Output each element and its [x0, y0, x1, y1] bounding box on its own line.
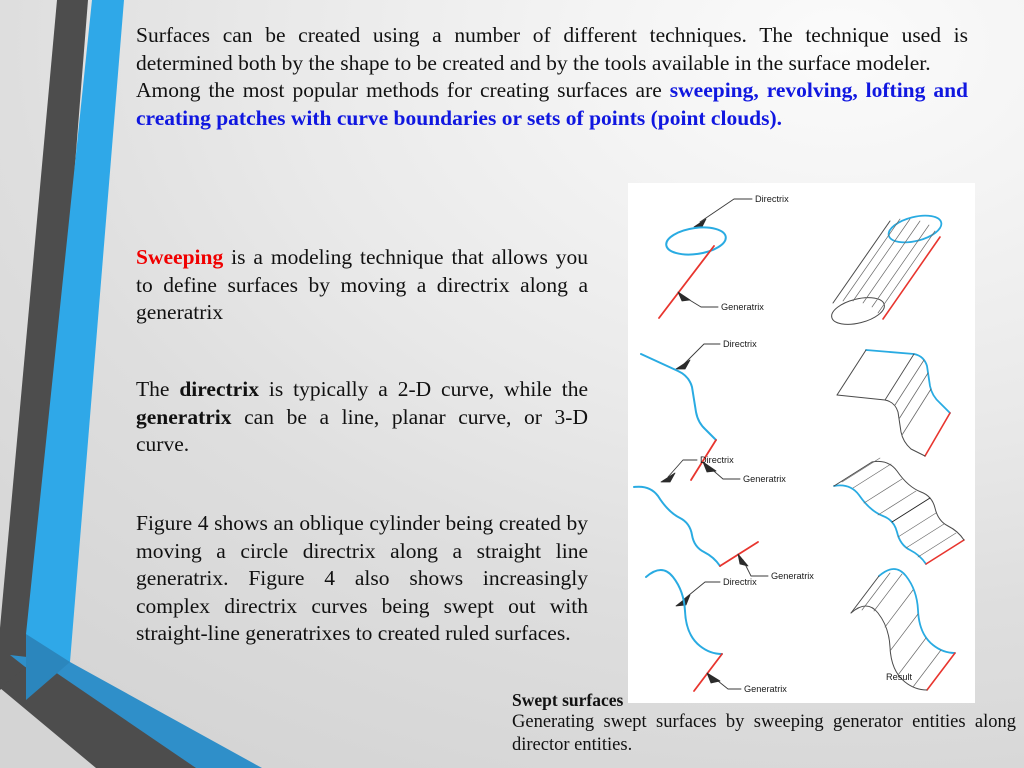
paragraph-intro-text: Surfaces can be created using a number o…: [136, 23, 968, 75]
s-rule-1: [861, 572, 891, 611]
figure-label-directrix-2: Directrix: [723, 339, 757, 349]
paragraph-figure-text: Figure 4 shows an oblique cylinder being…: [136, 511, 588, 646]
caption-title: Swept surfaces: [512, 690, 624, 710]
folded-bottom-edge: [836, 394, 926, 457]
wavy-rule-3: [863, 478, 903, 504]
arrowhead-directrix-2: [675, 359, 691, 370]
paragraph-intro-line1: Surfaces can be created using a number o…: [136, 22, 968, 77]
figure-label-result: Result: [886, 672, 912, 682]
figure-row-4: Directrix Generatrix Result: [645, 568, 956, 694]
generatrix-line-4: [693, 653, 723, 692]
directrix-circle: [665, 226, 727, 256]
wavy-rule-4: [877, 490, 917, 516]
cylinder-rule-1: [842, 218, 901, 302]
cylinder-rule-3: [862, 220, 921, 304]
definitions-directrix-term: directrix: [179, 377, 259, 401]
paragraph-sweeping-text: Sweeping is a modeling technique that al…: [136, 244, 588, 327]
paragraph-sweeping: Sweeping is a modeling technique that al…: [136, 244, 588, 327]
figure-row-3: Directrix Generatrix: [633, 455, 965, 581]
s-rule-6: [912, 649, 942, 688]
sweeping-lead: Sweeping: [136, 245, 224, 269]
leader-generatrix-2: [707, 465, 741, 480]
leader-directrix-1: [699, 198, 753, 223]
cylinder-rule-2: [852, 218, 911, 302]
definitions-part2: is typically a 2-D curve, while the: [258, 377, 588, 401]
s-right-edge: [926, 652, 956, 691]
result-folded-sheet: [836, 349, 951, 457]
folded-rule-2: [894, 359, 925, 406]
s-left-edge: [850, 575, 880, 614]
s-front-edge: [878, 568, 956, 654]
arrowhead-generatrix-4: [706, 672, 721, 684]
arrowhead-directrix-1: [693, 218, 707, 228]
s-rule-3: [884, 589, 914, 628]
generatrix-line-3: [719, 541, 759, 567]
folded-right-edge: [924, 412, 951, 457]
definitions-generatrix-term: generatrix: [136, 404, 232, 429]
figure-row-1: Directrix Generatrix: [658, 194, 943, 325]
figure-caption: Swept surfaces Generating swept surfaces…: [512, 689, 1016, 757]
figure-swept-surfaces: Directrix Generatrix Directrix Generatri…: [628, 183, 975, 703]
s-rule-4: [889, 613, 919, 652]
folded-top-edge: [865, 349, 951, 414]
leader-generatrix-4: [712, 676, 742, 690]
arrowhead-generatrix-1: [677, 291, 691, 302]
paragraph-intro: Surfaces can be created using a number o…: [136, 22, 968, 132]
wavy-rule-2: [852, 463, 892, 489]
wavy-front-edge: [833, 484, 927, 565]
leader-generatrix-3: [742, 559, 769, 577]
cylinder-rule-5: [877, 230, 936, 314]
wavy-left-edge: [833, 461, 873, 487]
figure-label-directrix-3: Directrix: [700, 455, 734, 465]
wavy-rule-6: [897, 512, 937, 538]
folded-rule-3: [898, 372, 929, 420]
paragraph-intro-line2: Among the most popular methods for creat…: [136, 77, 968, 132]
figure-label-directrix-4: Directrix: [723, 577, 757, 587]
leader-generatrix-1: [682, 295, 719, 308]
wavy-right-edge: [925, 539, 965, 565]
figure-label-generatrix-1: Generatrix: [721, 302, 764, 312]
figure-label-directrix-1: Directrix: [755, 194, 789, 204]
figure-row-2: Directrix Generatrix: [640, 339, 951, 484]
wavy-rule-1: [841, 457, 881, 483]
cylinder-side-left: [832, 220, 891, 304]
figure-svg: Directrix Generatrix Directrix Generatri…: [633, 194, 965, 694]
folded-rule-4: [901, 388, 932, 436]
result-s-sheet: Result: [850, 568, 956, 691]
directrix-scurve: [645, 569, 723, 655]
figure-label-generatrix-2: Generatrix: [743, 474, 786, 484]
s-rule-2: [873, 573, 903, 612]
arrowhead-directrix-3: [660, 472, 676, 483]
folded-left-edge: [836, 349, 867, 396]
wavy-rule-5: [891, 497, 931, 523]
result-cylinder: [831, 214, 943, 325]
definitions-part1: The: [136, 377, 180, 401]
directrix-wave: [633, 485, 721, 567]
arrowhead-generatrix-3: [737, 553, 749, 567]
caption-body: Generating swept surfaces by sweeping ge…: [512, 712, 1016, 755]
directrix-polyline: [640, 353, 717, 441]
cylinder-side-right: [882, 236, 941, 320]
s-rule-5: [897, 637, 927, 676]
figure-label-generatrix-3: Generatrix: [771, 571, 814, 581]
paragraph-definitions-text: The directrix is typically a 2-D curve, …: [136, 376, 588, 459]
slide-canvas: Surfaces can be created using a number o…: [0, 0, 1024, 768]
folded-rule-1: [884, 353, 915, 401]
paragraph-intro-prefix: Among the most popular methods for creat…: [136, 78, 670, 103]
paragraph-figure-description: Figure 4 shows an oblique cylinder being…: [136, 510, 588, 648]
paragraph-definitions: The directrix is typically a 2-D curve, …: [136, 376, 588, 459]
result-wavy-sheet: [833, 457, 965, 565]
wavy-back-edge: [871, 460, 965, 541]
